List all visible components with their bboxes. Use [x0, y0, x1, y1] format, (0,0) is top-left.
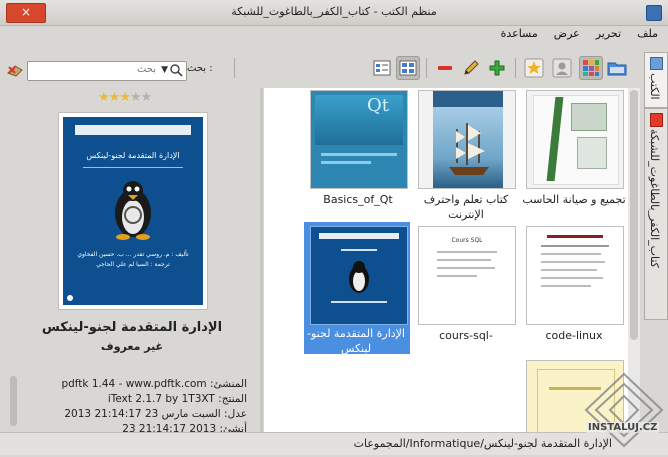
star-icon[interactable]: ★	[109, 90, 121, 105]
remove-button[interactable]	[433, 56, 457, 80]
menu-bar: ملفتحريرعرضمساعدة	[0, 25, 668, 45]
meta-creator: المنشئ: pdftk 1.44 - www.pdftk.com	[61, 378, 247, 390]
book-label: تجميع و صيانة الحاسب	[522, 193, 626, 206]
book-details-panel: ★★★★★ الإدارة المتقدمة لجنو-لينكس تأليف …	[5, 88, 259, 432]
tab-current-book[interactable]: كتاب_الكفر_بالطاغوت_للشبكة	[644, 108, 668, 320]
thumb-text: Cours SQL	[451, 237, 483, 244]
cover-badge	[67, 295, 73, 301]
menu-edit[interactable]: تحرير	[588, 25, 629, 40]
book-thumbnail: Cours SQL	[418, 226, 516, 325]
book-author: غير معروف	[100, 340, 164, 353]
edit-pencil-icon[interactable]	[459, 56, 483, 80]
details-view-button[interactable]	[370, 56, 394, 80]
search-input[interactable]: بحث	[137, 64, 156, 75]
cover-logo-strip	[75, 125, 191, 135]
toolbar: ▼ بحث بحث :	[0, 52, 640, 86]
add-button[interactable]	[485, 56, 509, 80]
grid-scrollbar-thumb[interactable]	[630, 90, 638, 340]
details-scrollbar[interactable]	[10, 376, 17, 426]
menu-file[interactable]: ملف	[629, 25, 666, 40]
watermark-logo: INSTALUJ.CZ	[580, 370, 668, 454]
cover-image: الإدارة المتقدمة لجنو-لينكس تأليف : م. ر…	[63, 117, 203, 305]
star-icon[interactable]: ★	[130, 90, 142, 105]
icons-view-button[interactable]	[396, 56, 420, 80]
folder-icon[interactable]	[605, 56, 629, 80]
title-bar: × منظم الكتب - كتاب_الكفر_بالطاغوت_للشبك…	[0, 0, 668, 26]
book-label: الإدارة المتقدمة لجنو-لينكس	[307, 327, 405, 355]
star-icon[interactable]: ★	[98, 90, 110, 105]
book-label: code-linux	[545, 329, 603, 342]
toolbar-separator	[234, 58, 235, 78]
cover-rule	[83, 167, 183, 168]
search-dropdown-icon[interactable]: ▼	[161, 65, 168, 75]
book-thumbnail	[310, 226, 408, 325]
watermark-text: INSTALUJ.CZ	[586, 422, 660, 433]
meta-modified: عدل: السبت مارس 23 21:14:17 2013	[64, 408, 247, 420]
meta-created: أنشئ: 2013 21:14:17 23	[122, 423, 247, 432]
book-label: كتاب تعلم واحترف الإنترنت	[423, 193, 509, 221]
book-thumbnail	[526, 226, 624, 325]
splitter-handle[interactable]	[260, 88, 263, 432]
book-thumbnail	[418, 90, 516, 189]
window-title: منظم الكتب - كتاب_الكفر_بالطاغوت_للشبكة	[231, 5, 437, 18]
tux-penguin-icon	[115, 181, 151, 240]
menu-help[interactable]: مساعدة	[493, 25, 546, 40]
status-path: المجموعات/Informatique/الإدارة المتقدمة …	[353, 437, 612, 450]
star-icon[interactable]: ★	[119, 90, 131, 105]
search-field[interactable]: ▼ بحث	[27, 61, 187, 81]
pdf-tab-icon	[650, 113, 663, 127]
clear-search-icon[interactable]	[6, 63, 24, 80]
user-icon[interactable]	[550, 56, 574, 80]
book-label: Basics_of_Qt	[323, 193, 393, 206]
cover-author-line: تأليف : م. روسي تفدر ... ب. حسين الفخاوي	[77, 251, 189, 258]
toolbar-separator	[426, 58, 427, 78]
search-label: بحث :	[187, 63, 213, 74]
star-icon[interactable]: ★	[141, 90, 153, 105]
rating-stars[interactable]: ★★★★★	[98, 90, 153, 105]
color-grid-icon[interactable]	[579, 56, 603, 80]
book-label: -cours-sql	[439, 329, 493, 342]
cover-heading: الإدارة المتقدمة لجنو-لينكس	[86, 151, 180, 160]
books-grid: تجميع و صيانة الحاسب كتاب تعلم واحترف ال…	[264, 88, 628, 432]
app-icon	[646, 5, 662, 21]
status-bar: المجموعات/Informatique/الإدارة المتقدمة …	[0, 432, 668, 455]
book-thumbnail	[526, 90, 624, 189]
favorite-star-icon[interactable]	[522, 56, 546, 80]
book-thumbnail: Qt	[310, 90, 408, 189]
book-title: الإدارة المتقدمة لجنو-لينكس	[41, 320, 223, 335]
tab-books[interactable]: الكتب	[644, 52, 668, 108]
cover-translator-line: ترجمة : السيا لم علي الحاجي	[96, 261, 170, 268]
thumb-text: Qt	[367, 95, 389, 116]
book-cover: الإدارة المتقدمة لجنو-لينكس تأليف : م. ر…	[58, 112, 208, 310]
menu-view[interactable]: عرض	[546, 25, 588, 40]
meta-producer: المنتج: iText 2.1.7 by 1T3XT	[107, 393, 247, 405]
search-icon	[169, 63, 183, 80]
toolbar-separator	[515, 58, 516, 78]
books-tab-icon	[650, 57, 663, 70]
